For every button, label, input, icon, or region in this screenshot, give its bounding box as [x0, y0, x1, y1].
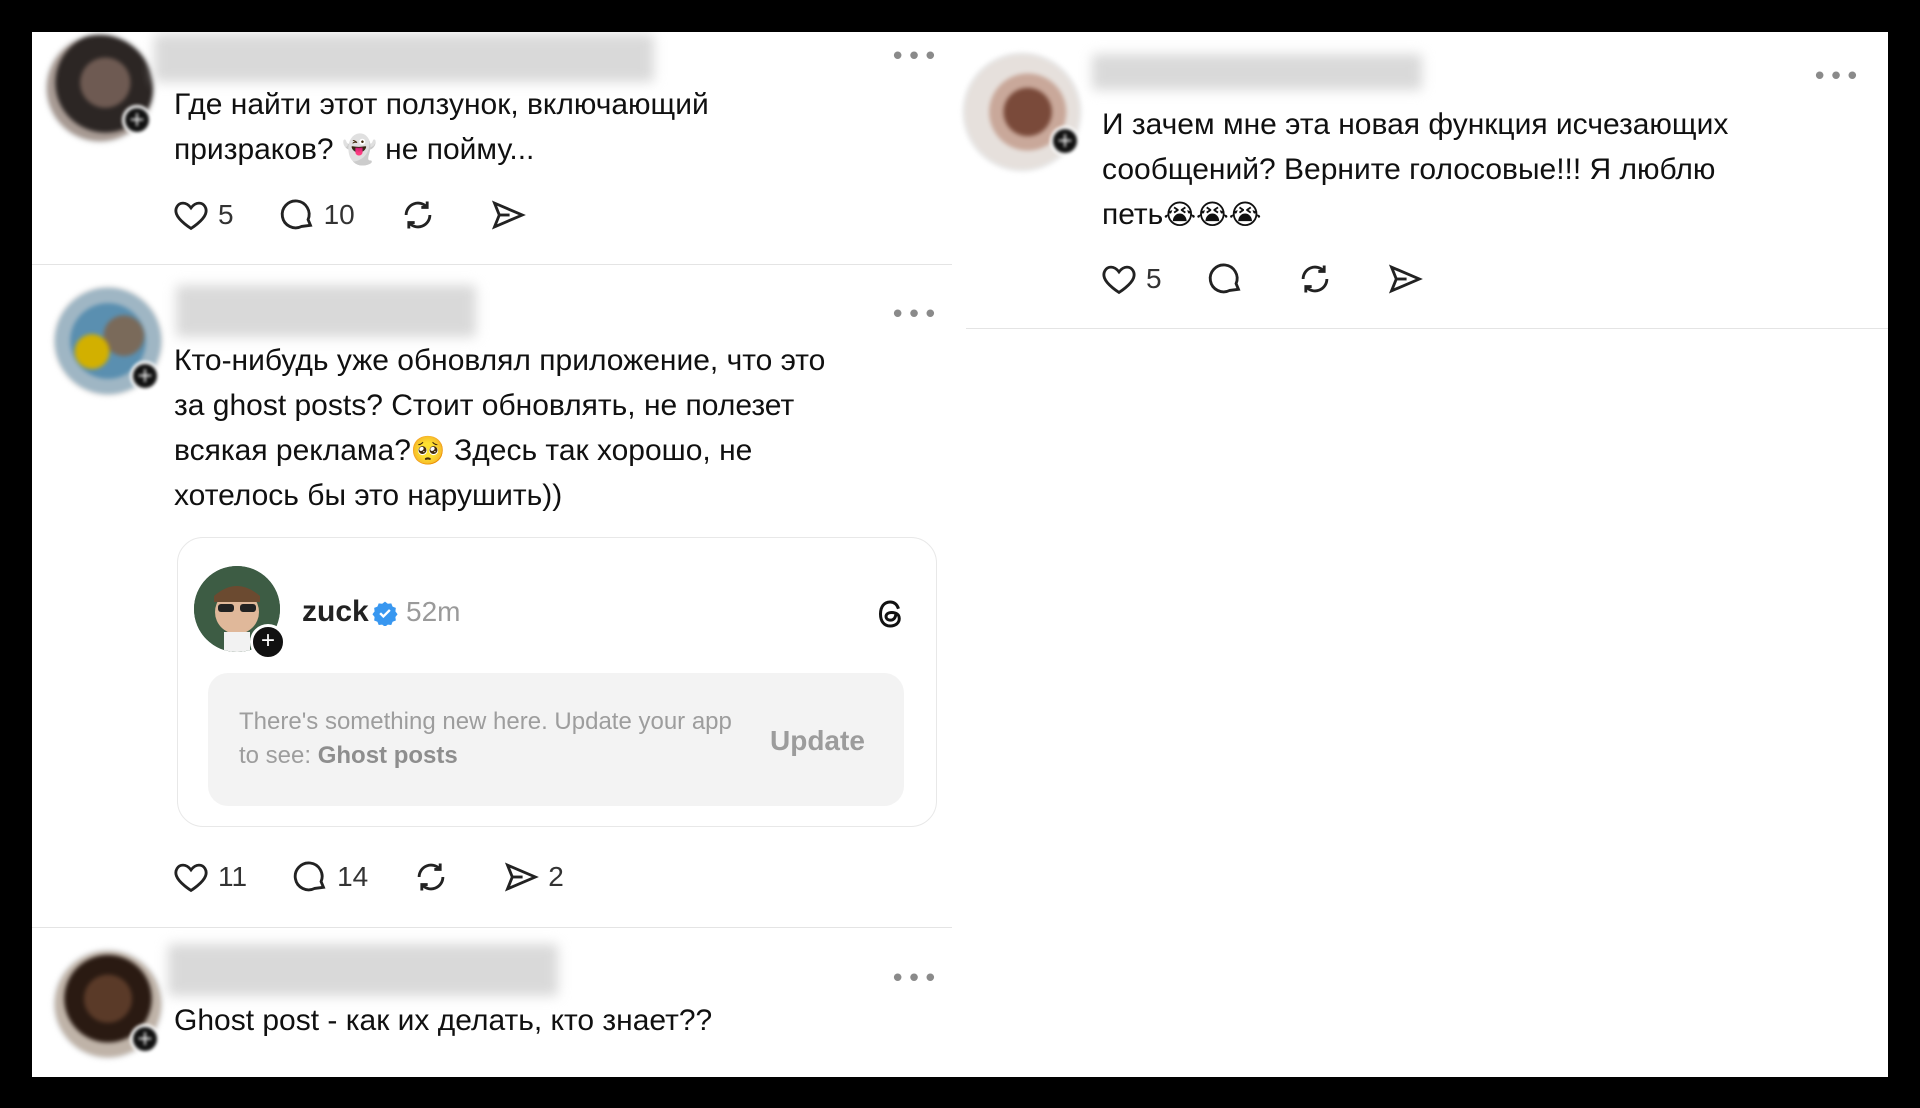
post-text: Кто-нибудь уже обновлял приложение, что …	[174, 344, 826, 512]
username-blurred	[154, 34, 654, 82]
comment-bubble-icon	[1208, 263, 1241, 294]
feature-name: Ghost posts	[317, 742, 458, 769]
more-options-icon[interactable]: •••	[890, 44, 939, 70]
like-button[interactable]: 11	[172, 858, 247, 896]
send-icon	[491, 200, 526, 230]
follow-plus-icon[interactable]: +	[1050, 126, 1080, 156]
repost-icon	[404, 201, 432, 229]
more-options-icon[interactable]: •••	[890, 966, 939, 992]
post-text: Где найти этот ползунок, включающий приз…	[174, 88, 709, 166]
heart-icon	[1102, 265, 1136, 295]
share-button[interactable]	[489, 196, 535, 234]
username-blurred	[176, 285, 476, 337]
post-1: + ••• Где найти этот ползунок, включающи…	[32, 32, 952, 264]
share-button[interactable]: 2	[502, 858, 564, 896]
comment-count: 14	[337, 861, 369, 892]
update-notice-box: There's something new here. Update your …	[208, 673, 904, 806]
update-button[interactable]: Update	[770, 725, 865, 757]
repost-icon	[417, 863, 445, 891]
post-3: + ••• Ghost post - как их делать, кто зн…	[32, 928, 952, 1077]
comment-button[interactable]	[1206, 260, 1252, 298]
post-actions: 11 14 2	[172, 858, 608, 896]
username-blurred	[168, 944, 558, 996]
comment-button[interactable]: 10	[278, 196, 355, 234]
username-blurred	[1092, 54, 1422, 90]
divider	[966, 328, 1888, 329]
comment-button[interactable]: 14	[291, 858, 368, 896]
repost-icon	[1301, 265, 1328, 293]
verified-badge-icon	[372, 601, 398, 626]
comment-bubble-icon	[293, 861, 326, 892]
follow-plus-icon[interactable]: +	[130, 1024, 160, 1054]
screenshot-canvas: + ••• Где найти этот ползунок, включающи…	[32, 32, 1888, 1077]
like-count: 5	[218, 199, 234, 230]
follow-plus-icon[interactable]: +	[250, 624, 286, 660]
heart-icon	[174, 201, 208, 231]
share-button[interactable]	[1386, 260, 1432, 298]
like-count: 11	[218, 861, 248, 892]
post-text: Ghost post - как их делать, кто знает??	[174, 1004, 713, 1037]
ghost-emoji: 👻	[341, 133, 377, 166]
send-icon	[1388, 264, 1423, 294]
crying-emoji: 😭😭😭	[1163, 198, 1262, 231]
pleading-emoji: 🥺	[410, 434, 446, 467]
follow-plus-icon[interactable]: +	[122, 105, 152, 135]
quoted-timestamp: 52m	[406, 596, 461, 627]
follow-plus-icon[interactable]: +	[130, 361, 160, 391]
post-actions: 5	[1100, 260, 1476, 298]
more-options-icon[interactable]: •••	[890, 302, 939, 328]
post-text: И зачем мне эта новая функция исчезающих…	[1102, 108, 1729, 231]
share-count: 2	[548, 861, 564, 892]
heart-icon	[174, 863, 208, 893]
like-button[interactable]: 5	[1100, 260, 1162, 298]
comment-count: 10	[323, 199, 355, 230]
post-2: + ••• Кто-нибудь уже обновлял приложение…	[32, 265, 952, 960]
post-actions: 5 10	[172, 196, 579, 234]
update-notice-text: There's something new here. Update your …	[239, 708, 732, 769]
like-count: 5	[1146, 263, 1162, 294]
repost-button[interactable]	[412, 858, 458, 896]
send-icon	[505, 862, 540, 892]
quoted-post[interactable]: + zuck 52m There's something new here. U…	[177, 537, 937, 827]
repost-button[interactable]	[1296, 260, 1342, 298]
comment-bubble-icon	[280, 199, 313, 230]
more-options-icon[interactable]: •••	[1812, 64, 1861, 90]
quoted-username[interactable]: zuck	[302, 595, 369, 629]
post-4: + ••• И зачем мне эта новая функция исче…	[962, 32, 1888, 328]
like-button[interactable]: 5	[172, 196, 234, 234]
repost-button[interactable]	[399, 196, 445, 234]
threads-logo-icon	[878, 600, 901, 628]
